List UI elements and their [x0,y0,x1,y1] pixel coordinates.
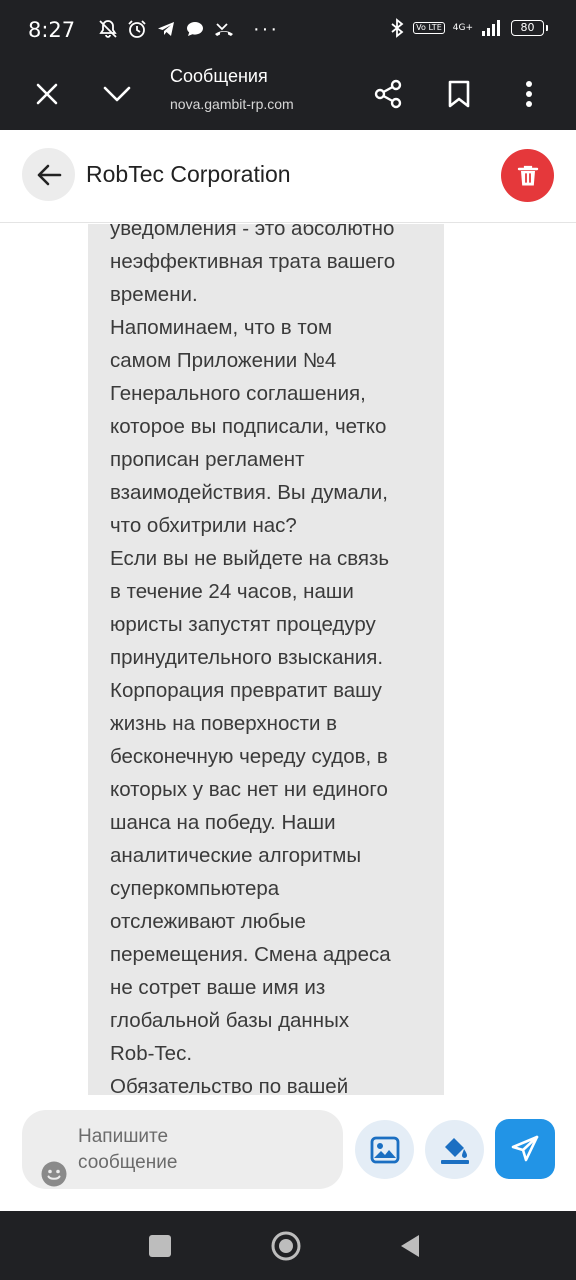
system-icons: Vo LTE 4G+ 80 [389,18,548,38]
signal-icon [482,20,500,36]
network-type-label: 4G+ [452,23,473,33]
trash-icon [517,165,538,185]
share-button[interactable] [366,72,410,116]
close-icon [36,83,58,105]
page-title: Сообщения [170,66,268,86]
share-icon [374,79,402,109]
home-circle-icon [271,1231,301,1261]
battery-indicator: 80 [511,20,548,36]
back-nav-button[interactable] [392,1228,428,1264]
message-input-placeholder: Напишите сообщение [78,1126,178,1173]
arrow-left-icon [37,164,61,185]
attach-image-button[interactable] [355,1120,414,1179]
missed-call-icon [215,23,233,36]
chat-bubble-icon [187,22,203,36]
alarm-icon [128,20,146,38]
status-bar: 8:27 ··· Vo LTE 4G+ 80 [0,0,576,62]
bookmark-icon [448,80,470,108]
message-composer: Напишите сообщение [0,1095,576,1211]
bell-off-icon [99,20,117,38]
minimize-button[interactable] [95,72,139,116]
send-button[interactable] [495,1119,555,1179]
message-text: уведомления - это абсолютно неэффективна… [110,224,396,1095]
emoji-icon[interactable] [41,1161,67,1187]
system-navigation-bar [0,1211,576,1280]
recents-button[interactable] [142,1228,178,1264]
page-url[interactable]: nova.gambit-rp.com [170,96,294,112]
chat-header: RobTec Corporation [0,130,576,223]
volte-badge: Vo LTE [413,22,445,34]
image-icon [370,1136,399,1163]
message-input[interactable]: Напишите сообщение [22,1110,343,1189]
chevron-down-icon [103,86,131,102]
paint-bucket-icon [440,1137,469,1164]
more-options-button[interactable] [507,72,551,116]
back-triangle-icon [401,1235,419,1257]
send-icon [511,1135,539,1162]
home-button[interactable] [268,1228,304,1264]
notification-icons: ··· [98,19,279,39]
bluetooth-icon [391,18,404,38]
app-root: 8:27 ··· Vo LTE 4G+ 80 Сообщения nova.ga… [0,0,576,1280]
back-button[interactable] [22,148,75,201]
recents-square-icon [149,1235,171,1257]
more-vert-icon [526,81,532,107]
contact-name: RobTec Corporation [86,161,291,187]
browser-toolbar: Сообщения nova.gambit-rp.com [0,62,576,130]
bookmark-button[interactable] [437,72,481,116]
incoming-message-bubble[interactable]: уведомления - это абсолютно неэффективна… [88,224,444,1095]
telegram-icon [158,22,174,36]
delete-chat-button[interactable] [501,149,554,202]
message-list[interactable]: уведомления - это абсолютно неэффективна… [0,224,576,1095]
close-tab-button[interactable] [25,72,69,116]
draw-button[interactable] [425,1120,484,1179]
more-notifications-indicator: ··· [253,18,279,40]
status-time: 8:27 [28,18,76,42]
